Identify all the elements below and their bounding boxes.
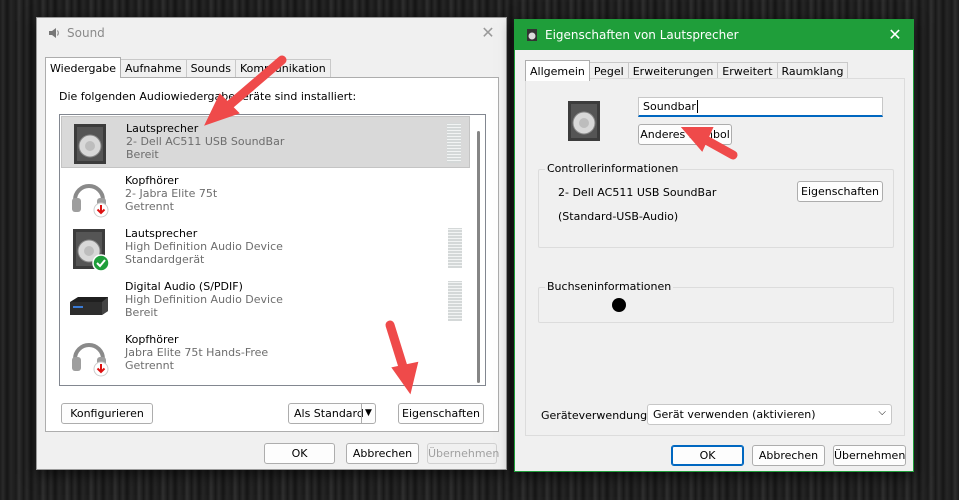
chevron-down-icon: ⌵ xyxy=(878,407,886,418)
scrollbar-thumb[interactable] xyxy=(477,131,480,383)
device-status: Bereit xyxy=(126,148,159,161)
jack-group-label: Buchseninformationen xyxy=(545,280,674,293)
headphones-disconnected-icon xyxy=(72,343,109,377)
close-icon[interactable]: ✕ xyxy=(885,25,905,45)
list-item-lautsprecher-hda[interactable]: Lautsprecher High Definition Audio Devic… xyxy=(61,222,470,274)
set-default-label: Als Standard xyxy=(294,407,364,420)
list-item-kopfhoerer-jabra[interactable]: Kopfhörer 2- Jabra Elite 75t Getrennt xyxy=(61,169,470,221)
properties-window-title: Eigenschaften von Lautsprecher xyxy=(545,28,739,42)
tab-kommunikation[interactable]: Kommunikation xyxy=(234,59,331,78)
intro-text: Die folgenden Audiowiedergabegeräte sind… xyxy=(59,90,357,103)
device-name: Digital Audio (S/PDIF) xyxy=(125,280,243,293)
controller-driver: (Standard-USB-Audio) xyxy=(558,210,679,223)
device-status: Standardgerät xyxy=(125,253,205,266)
speaker-icon xyxy=(74,124,106,164)
device-name-field[interactable]: Soundbar xyxy=(638,97,883,117)
device-description: High Definition Audio Device xyxy=(125,293,283,306)
properties-window: Eigenschaften von Lautsprecher ✕ Allgeme… xyxy=(514,19,914,472)
volume-meter xyxy=(447,123,461,163)
device-name: Kopfhörer xyxy=(125,333,179,346)
sound-window: Sound ✕ Wiedergabe Aufnahme Sounds Kommu… xyxy=(36,17,507,470)
device-description: High Definition Audio Device xyxy=(125,240,283,253)
device-description: Jabra Elite 75t Hands-Free xyxy=(125,346,269,359)
speaker-default-icon xyxy=(73,229,110,271)
set-default-split-button[interactable]: Als Standard ▼ xyxy=(288,403,376,424)
list-item-lautsprecher-dell[interactable]: Lautsprecher 2- Dell AC511 USB SoundBar … xyxy=(61,116,470,168)
apply-button[interactable]: Übernehmen xyxy=(427,443,499,464)
device-status: Getrennt xyxy=(125,359,174,372)
list-item-digital-audio[interactable]: Digital Audio (S/PDIF) High Definition A… xyxy=(61,275,470,327)
allgemein-panel: Soundbar Anderes Symbol Controllerinform… xyxy=(525,78,905,436)
volume-meter xyxy=(448,228,462,268)
cancel-button[interactable]: Abbrechen xyxy=(346,443,419,464)
speaker-title-icon xyxy=(527,29,537,41)
device-usage-select[interactable]: Gerät verwenden (aktivieren) ⌵ xyxy=(647,404,892,425)
device-status: Getrennt xyxy=(125,200,174,213)
device-usage-value: Gerät verwenden (aktivieren) xyxy=(653,408,816,421)
device-name: Lautsprecher xyxy=(125,227,198,240)
controller-group-label: Controllerinformationen xyxy=(545,162,681,175)
device-description: 2- Jabra Elite 75t xyxy=(125,187,218,200)
tab-aufnahme[interactable]: Aufnahme xyxy=(120,59,187,78)
device-name: Kopfhörer xyxy=(125,174,179,187)
tab-wiedergabe[interactable]: Wiedergabe xyxy=(45,57,122,78)
controller-properties-button[interactable]: Eigenschaften xyxy=(797,181,883,202)
sound-tabs: Wiedergabe Aufnahme Sounds Kommunikation xyxy=(45,57,331,78)
dropdown-arrow-icon[interactable]: ▼ xyxy=(361,404,375,423)
sound-titlebar[interactable]: Sound ✕ xyxy=(37,18,506,48)
volume-meter xyxy=(448,281,462,321)
spdif-device-icon xyxy=(70,297,108,315)
change-icon-button[interactable]: Anderes Symbol xyxy=(638,124,732,145)
close-icon[interactable]: ✕ xyxy=(478,23,498,43)
jack-info-group: Buchseninformationen xyxy=(538,280,894,323)
ok-button[interactable]: OK xyxy=(264,443,335,464)
properties-button[interactable]: Eigenschaften xyxy=(398,403,484,424)
device-usage-label: Geräteverwendung: xyxy=(541,409,651,422)
device-status: Bereit xyxy=(125,306,158,319)
controller-info-group: Controllerinformationen 2- Dell AC511 US… xyxy=(538,162,894,248)
wiedergabe-panel: Die folgenden Audiowiedergabegeräte sind… xyxy=(45,77,499,432)
ok-button[interactable]: OK xyxy=(671,445,744,466)
headphones-disconnected-icon xyxy=(72,184,109,218)
jack-color-dot-icon xyxy=(612,298,626,312)
list-item-kopfhoerer-handsfree[interactable]: Kopfhörer Jabra Elite 75t Hands-Free Get… xyxy=(61,328,470,380)
cancel-button[interactable]: Abbrechen xyxy=(752,445,825,466)
properties-titlebar[interactable]: Eigenschaften von Lautsprecher ✕ xyxy=(515,20,913,50)
tab-sounds[interactable]: Sounds xyxy=(185,59,236,78)
speaker-device-icon xyxy=(568,101,600,141)
sound-window-title: Sound xyxy=(67,26,105,40)
speaker-title-icon xyxy=(49,28,59,38)
device-name-value: Soundbar xyxy=(643,100,696,113)
tab-allgemein[interactable]: Allgemein xyxy=(525,60,590,81)
text-cursor xyxy=(696,100,698,113)
device-description: 2- Dell AC511 USB SoundBar xyxy=(126,135,285,148)
apply-button[interactable]: Übernehmen xyxy=(833,445,906,466)
controller-name: 2- Dell AC511 USB SoundBar xyxy=(558,186,717,199)
configure-button[interactable]: Konfigurieren xyxy=(61,403,153,424)
device-list: Lautsprecher 2- Dell AC511 USB SoundBar … xyxy=(59,114,486,386)
device-name: Lautsprecher xyxy=(126,122,199,135)
